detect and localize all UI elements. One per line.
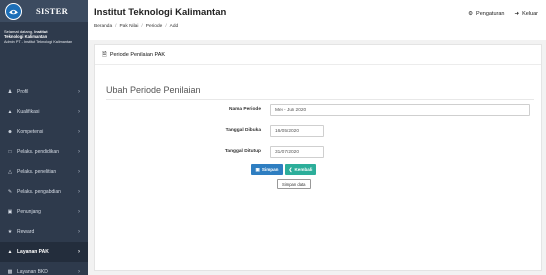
save-tooltip: Simpan data <box>277 179 311 189</box>
chevron-right-icon: › <box>78 149 80 155</box>
briefcase-icon: ▣ <box>7 209 13 215</box>
breadcrumb-item[interactable]: Periode <box>146 24 163 29</box>
user-role: Admin PT - Institut Teknologi Kalimantan <box>4 40 73 44</box>
user-icon: ♟ <box>7 89 13 95</box>
chevron-right-icon: › <box>78 129 80 135</box>
institution-name: Teknologi Kalimantan <box>4 34 48 39</box>
save-icon: ▣ <box>255 166 260 172</box>
brand-bar: SISTER <box>0 0 88 22</box>
user-block: Selamat datang, Institut Teknologi Kalim… <box>0 22 88 82</box>
breadcrumb-item[interactable]: Pak Nilai <box>119 24 138 29</box>
sidebar-item-penunjang[interactable]: ▣ Penunjang › <box>0 202 88 222</box>
sidebar-item-label: Pelaks. pendidikan <box>17 149 59 155</box>
sidebar-item-label: Kompetensi <box>17 129 44 135</box>
sidebar-item-label: Layanan PAK <box>17 249 49 255</box>
top-header: Institut Teknologi Kalimantan Beranda / … <box>88 0 546 40</box>
users-icon: ☻ <box>7 129 13 135</box>
chevron-right-icon: › <box>78 109 80 115</box>
sidebar-item-kualifikasi[interactable]: ▲ Kualifikasi › <box>0 102 88 122</box>
sidebar-menu: ♟ Profil › ▲ Kualifikasi › ☻ Kompetensi … <box>0 82 88 275</box>
sidebar-item-label: Reward <box>17 229 35 235</box>
sister-logo-icon <box>5 2 22 20</box>
chevron-right-icon: › <box>78 209 80 215</box>
graduation-icon: ▲ <box>7 249 13 255</box>
breadcrumb-item: Add <box>169 24 179 29</box>
sidebar-item-layanan-pak[interactable]: ▲ Layanan PAK › <box>0 242 88 262</box>
sidebar-item-pengabdian[interactable]: ✎ Pelaks. pengabdian › <box>0 182 88 202</box>
sidebar-item-label: Profil <box>17 89 29 95</box>
form-panel: 🗎 Periode Penilaian PAK Ubah Periode Pen… <box>94 44 542 271</box>
sidebar-item-penelitian[interactable]: △ Pelaks. penelitian › <box>0 162 88 182</box>
chevron-right-icon: › <box>78 229 80 235</box>
graduation-icon: ▲ <box>7 109 13 115</box>
chevron-right-icon: › <box>78 189 80 195</box>
breadcrumb: Beranda / Pak Nilai / Periode / Add <box>94 24 179 29</box>
tanggal-ditutup-input[interactable] <box>270 146 324 158</box>
book-icon: □ <box>8 149 12 155</box>
sidebar-item-layanan-bkd[interactable]: ▩ Layanan BKD › <box>0 262 88 275</box>
gear-icon: ⚙ <box>468 11 474 17</box>
back-button[interactable]: ❮ Kembali <box>285 164 316 175</box>
divider <box>106 99 534 100</box>
breadcrumb-item[interactable]: Beranda <box>94 24 112 29</box>
sidebar-item-label: Layanan BKD <box>17 269 48 275</box>
back-arrow-icon: ❮ <box>288 166 293 172</box>
document-icon: 🗎 <box>102 51 107 58</box>
trophy-icon: ★ <box>7 229 13 235</box>
sidebar-item-profil[interactable]: ♟ Profil › <box>0 82 88 102</box>
sidebar-item-label: Pelaks. pengabdian <box>17 189 61 195</box>
sidebar-item-label: Kualifikasi <box>17 109 40 115</box>
archive-icon: ▩ <box>7 269 13 275</box>
top-actions: ⚙ Pengaturan ➜ Keluar <box>468 11 538 17</box>
flask-icon: △ <box>8 169 12 175</box>
chevron-right-icon: › <box>78 249 80 255</box>
nama-periode-input[interactable] <box>270 104 530 116</box>
sidebar-item-label: Pelaks. penelitian <box>17 169 57 175</box>
sidebar-item-reward[interactable]: ★ Reward › <box>0 222 88 242</box>
chevron-right-icon: › <box>78 89 80 95</box>
page-title: Institut Teknologi Kalimantan <box>94 7 227 18</box>
tanggal-dibuka-input[interactable] <box>270 125 324 137</box>
handshake-icon: ✎ <box>7 189 13 195</box>
settings-button[interactable]: ⚙ Pengaturan <box>468 11 504 17</box>
nama-periode-label: Nama Periode <box>229 107 261 112</box>
save-button[interactable]: ▣ Simpan <box>251 164 283 175</box>
tanggal-ditutup-label: Tanggal Ditutup <box>224 149 261 154</box>
brand-name: SISTER <box>36 6 69 16</box>
sidebar: SISTER Selamat datang, Institut Teknolog… <box>0 0 88 275</box>
tanggal-dibuka-label: Tanggal Dibuka <box>225 128 261 133</box>
chevron-right-icon: › <box>78 169 80 175</box>
section-title: Ubah Periode Penilaian <box>106 85 201 95</box>
sidebar-item-label: Penunjang <box>17 209 41 215</box>
logout-button[interactable]: ➜ Keluar <box>514 11 538 17</box>
logout-icon: ➜ <box>514 11 520 17</box>
sidebar-item-pendidikan[interactable]: □ Pelaks. pendidikan › <box>0 142 88 162</box>
sidebar-item-kompetensi[interactable]: ☻ Kompetensi › <box>0 122 88 142</box>
chevron-right-icon: › <box>78 269 80 275</box>
panel-heading: 🗎 Periode Penilaian PAK <box>95 45 541 65</box>
